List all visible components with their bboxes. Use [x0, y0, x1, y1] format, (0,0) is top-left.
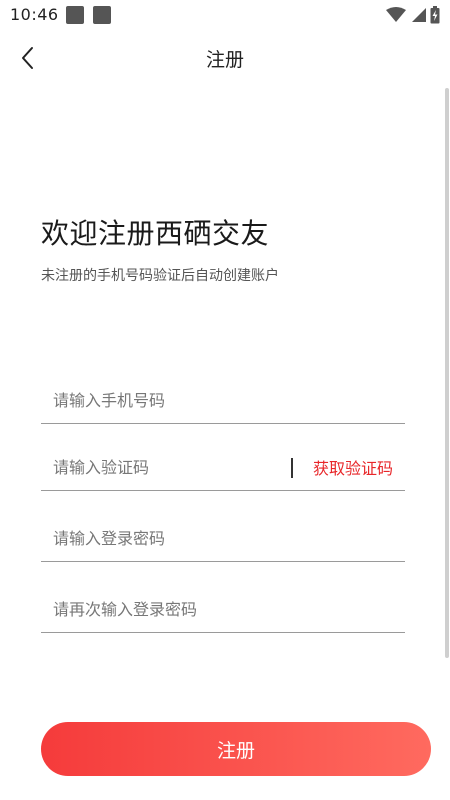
welcome-title: 欢迎注册西硒交友	[41, 217, 270, 250]
status-bar: 10:46	[0, 0, 450, 32]
wifi-icon	[386, 7, 406, 22]
status-right-group	[386, 6, 440, 24]
notification-square-icon	[66, 6, 84, 24]
battery-charging-icon	[430, 6, 440, 24]
phone-input[interactable]	[53, 386, 293, 414]
register-button[interactable]: 注册	[41, 722, 431, 776]
status-time: 10:46	[10, 5, 59, 24]
password-confirm-input[interactable]	[53, 595, 293, 623]
page-title: 注册	[205, 49, 244, 71]
notification-square-icon	[93, 6, 111, 24]
phone-field	[41, 376, 405, 424]
signal-icon	[412, 8, 426, 22]
code-input[interactable]	[53, 453, 293, 481]
password-input[interactable]	[53, 524, 293, 552]
password-confirm-field	[41, 585, 405, 633]
get-code-button[interactable]: 获取验证码	[313, 455, 393, 479]
scrollbar[interactable]	[445, 88, 449, 658]
register-screen: 10:46 注册 欢迎注册西硒交友 未注册的手机号码验证后自动创建账户 请输入手…	[0, 0, 450, 800]
code-divider	[291, 458, 293, 478]
welcome-subtitle: 未注册的手机号码验证后自动创建账户	[41, 268, 279, 284]
header: 注册	[0, 32, 450, 84]
code-field: 获取验证码	[41, 443, 405, 491]
password-field	[41, 514, 405, 562]
